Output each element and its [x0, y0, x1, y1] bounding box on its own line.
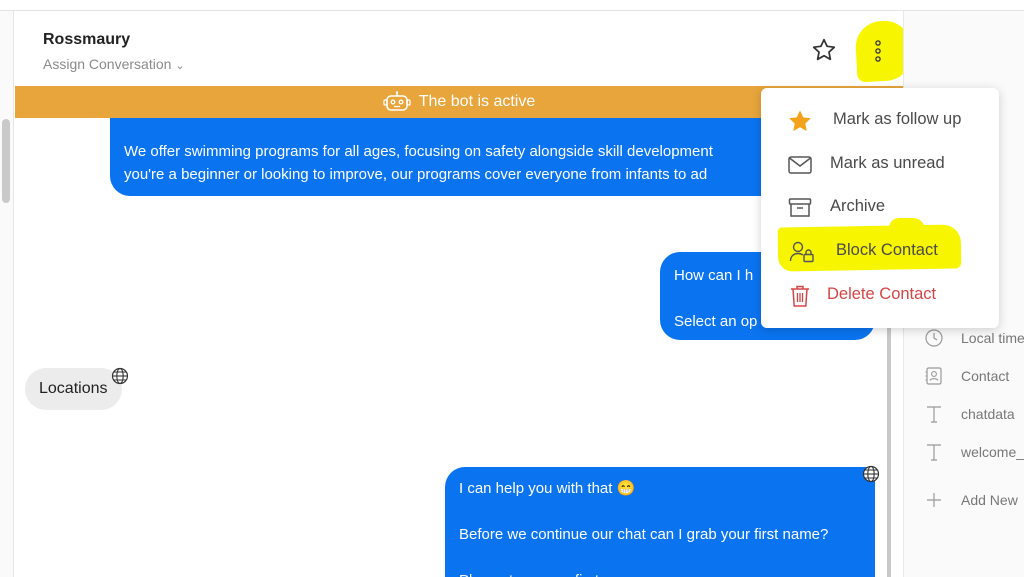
detail-label: welcome_ — [961, 444, 1024, 460]
message-line: Before we continue our chat can I grab y… — [459, 526, 829, 543]
message-line: Please type your first name — [459, 569, 875, 577]
text-field-icon — [927, 444, 941, 461]
assign-conversation-dropdown[interactable]: Assign Conversation ⌄ — [43, 56, 185, 72]
menu-item-delete-contact[interactable]: Delete Contact — [761, 275, 999, 315]
menu-item-label: Mark as unread — [830, 154, 945, 172]
message-text: Locations — [39, 380, 108, 397]
message-bubble-outgoing: I can help you with that 😁 Before we con… — [445, 467, 875, 577]
menu-item-label: Archive — [830, 197, 886, 215]
menu-item-label: Block Contact — [836, 241, 938, 259]
contact-card-icon — [925, 367, 942, 385]
more-options-button[interactable] — [870, 38, 886, 64]
globe-icon — [862, 465, 880, 483]
favorite-star-button[interactable] — [811, 37, 837, 63]
message-bubble-outgoing: We offer swimming programs for all ages,… — [110, 118, 810, 196]
robot-icon — [383, 91, 411, 111]
clock-icon — [925, 329, 943, 347]
message-line: you're a beginner or looking to improve,… — [124, 166, 708, 183]
bot-banner-text: The bot is active — [418, 93, 536, 110]
contact-name: Rossmaury — [43, 31, 131, 48]
chat-header: Rossmaury Assign Conversation ⌄ — [15, 11, 913, 86]
assign-conversation-label: Assign Conversation — [43, 56, 172, 72]
app-window: Rossmaury Assign Conversation ⌄ The bot i… — [0, 0, 1024, 577]
menu-item-label: Delete Contact — [827, 285, 937, 303]
menu-item-mark-unread[interactable]: Mark as unread — [761, 144, 999, 184]
detail-label: Contact — [961, 368, 1010, 384]
message-line: We offer swimming programs for all ages,… — [124, 143, 713, 160]
chat-messages: We offer swimming programs for all ages,… — [15, 118, 888, 577]
detail-label: Local time — [961, 330, 1024, 346]
detail-label: chatdata — [961, 406, 1015, 422]
conversation-options-menu: Mark as follow up Mark as unread Archive… — [761, 88, 999, 328]
envelope-icon — [788, 156, 812, 174]
menu-item-label: Mark as follow up — [833, 110, 962, 128]
detail-label: Add New — [961, 492, 1018, 508]
vertical-dots-icon — [875, 40, 881, 62]
plus-icon — [927, 493, 941, 507]
left-panel-edge — [0, 11, 14, 577]
archive-box-icon — [788, 198, 812, 217]
text-field-icon — [927, 406, 941, 423]
left-scrollbar[interactable] — [2, 119, 10, 203]
chevron-down-icon: ⌄ — [175, 60, 185, 72]
menu-item-archive[interactable]: Archive — [761, 187, 999, 227]
globe-icon — [111, 367, 129, 385]
star-outline-icon — [812, 38, 836, 61]
message-line: I can help you with that 😁 — [459, 480, 636, 497]
menu-item-block-contact[interactable]: Block Contact — [761, 231, 999, 271]
trash-icon — [791, 285, 809, 307]
menu-item-mark-follow-up[interactable]: Mark as follow up — [761, 100, 999, 140]
user-lock-icon — [789, 241, 814, 263]
message-bubble-incoming: Locations — [25, 368, 122, 410]
star-filled-icon — [789, 110, 811, 131]
